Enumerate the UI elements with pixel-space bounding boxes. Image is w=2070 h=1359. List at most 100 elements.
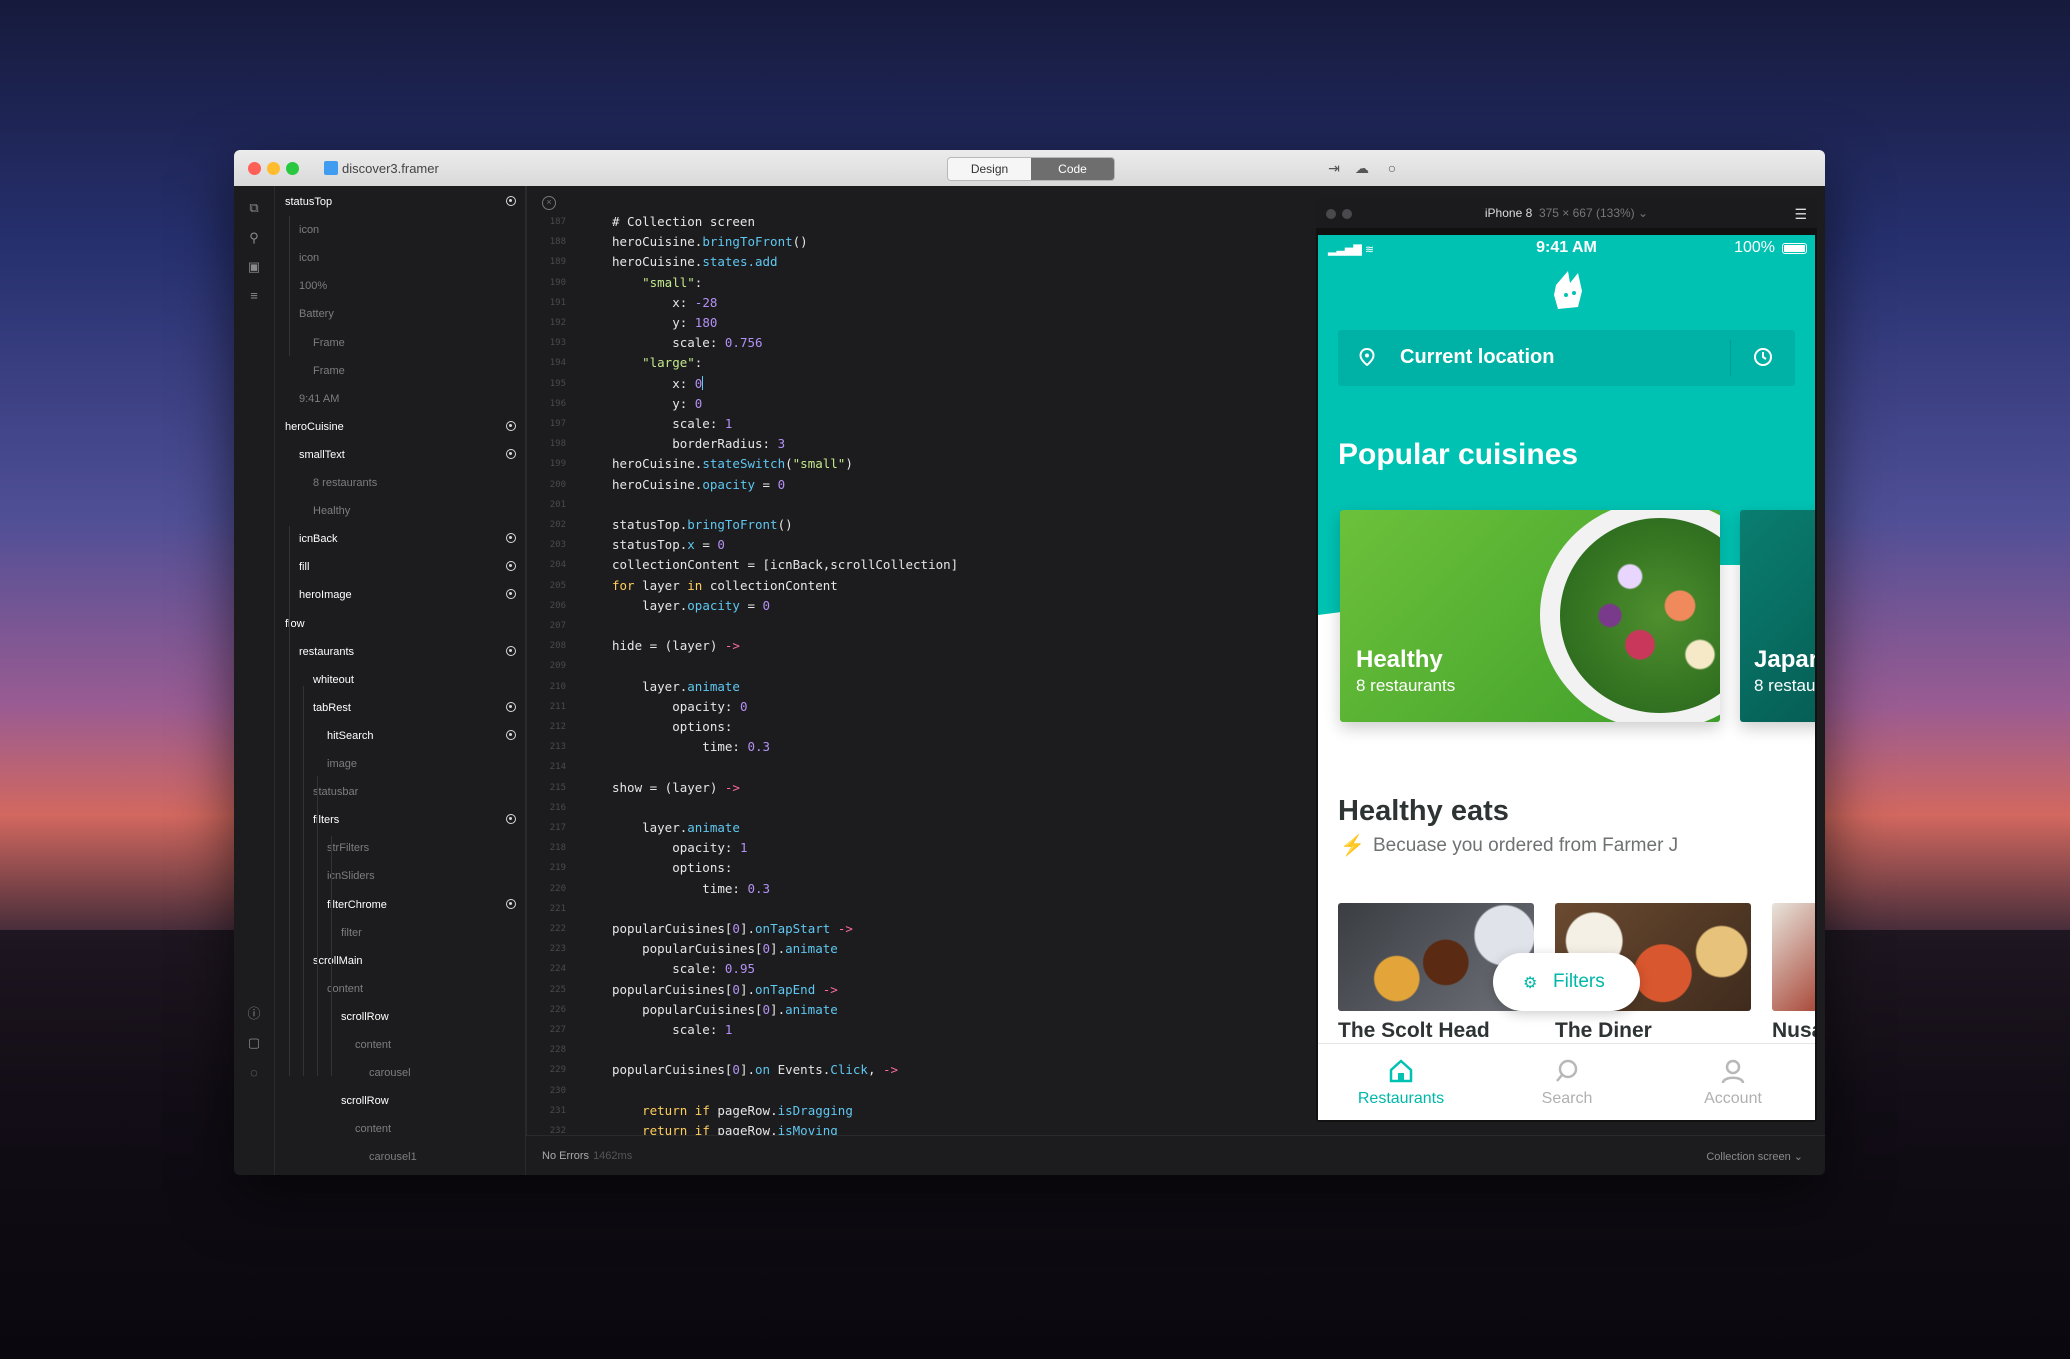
layer-row[interactable]: Frame	[275, 329, 525, 357]
layer-target-icon[interactable]	[506, 814, 516, 825]
panel-icon[interactable]: ▢	[246, 1035, 262, 1051]
comment-icon[interactable]: ○	[1383, 159, 1401, 177]
layer-row[interactable]: icnBack	[275, 525, 525, 553]
layer-row[interactable]: 8 restaurants	[275, 469, 525, 497]
cuisine-card-japanese[interactable]: Japar 8 restau	[1740, 510, 1815, 722]
code-text: collectionContent = [icnBack,scrollColle…	[612, 555, 958, 575]
layer-target-icon[interactable]	[506, 729, 516, 740]
code-token: heroCuisine.	[612, 456, 703, 472]
screen-select[interactable]: Collection screen ⌄	[1706, 1150, 1803, 1163]
layer-row[interactable]: tabRest	[275, 694, 525, 722]
layer-row[interactable]: image	[275, 750, 525, 778]
layer-row[interactable]: statusbar	[275, 778, 525, 806]
hamburger-icon[interactable]: ☰	[1794, 206, 1807, 223]
layer-row[interactable]: scrollRow	[275, 1003, 525, 1031]
layer-target-icon[interactable]	[506, 420, 516, 431]
layer-row[interactable]: carousel	[275, 1059, 525, 1087]
layer-row[interactable]: restaurants	[275, 638, 525, 666]
layer-name: scrollMain	[313, 954, 363, 967]
code-token: isDragging	[777, 1102, 853, 1118]
home-icon	[1389, 1059, 1413, 1083]
info-icon[interactable]: ⓘ	[246, 1006, 262, 1022]
device-select[interactable]: iPhone 8 375 × 667 (133%) ⌄	[1316, 206, 1817, 220]
tab-account[interactable]: Account	[1650, 1044, 1815, 1120]
layer-target-icon[interactable]	[506, 701, 516, 712]
zoom-window-button[interactable]	[286, 162, 299, 175]
layer-row[interactable]: flow	[275, 610, 525, 638]
layer-row[interactable]: 9:41 AM	[275, 385, 525, 413]
layer-name: icon	[299, 224, 320, 237]
layer-row[interactable]: carousel1	[275, 1143, 525, 1171]
code-token: Click	[830, 1062, 868, 1078]
layer-row[interactable]: statusTop	[275, 188, 525, 216]
layer-row[interactable]: heroImage	[275, 581, 525, 609]
code-text: layer.animate	[612, 677, 740, 697]
settings-icon[interactable]: ◌	[246, 1065, 262, 1081]
layers-icon[interactable]: ⧉	[246, 200, 262, 216]
layer-row[interactable]: fill	[275, 553, 525, 581]
code-text: show = (layer) ->	[612, 778, 740, 798]
location-pin-icon	[1359, 348, 1375, 366]
layer-row[interactable]: smallText	[275, 441, 525, 469]
restaurant-name[interactable]: The Scolt Head	[1338, 1019, 1490, 1043]
line-number: 229	[549, 1065, 566, 1076]
layer-name: statusTop	[285, 196, 333, 208]
clock-icon[interactable]	[1753, 347, 1773, 367]
line-number: 222	[549, 924, 566, 934]
titlebar: discover3.framer Design Code ⇥ ☁ ○	[234, 150, 1825, 187]
layer-row[interactable]: Battery	[275, 300, 525, 328]
layer-row[interactable]: icnSliders	[275, 862, 525, 890]
restaurant-image[interactable]	[1772, 903, 1815, 1011]
layer-row[interactable]: Frame	[275, 357, 525, 385]
code-text: y: 180	[612, 313, 717, 333]
layer-row[interactable]: filters	[275, 806, 525, 834]
layer-row[interactable]: content	[275, 1031, 525, 1059]
cuisine-card-healthy[interactable]: Healthy 8 restaurants	[1340, 510, 1720, 722]
mirror-icon[interactable]: ⇥	[1325, 159, 1343, 177]
location-bar[interactable]: Current location	[1338, 330, 1795, 386]
code-text: options:	[612, 858, 732, 878]
layer-row[interactable]: Healthy	[275, 497, 525, 525]
layer-name: Frame	[313, 364, 345, 377]
tab-code[interactable]: Code	[1031, 158, 1114, 180]
layer-row[interactable]: content	[275, 975, 525, 1003]
minimize-window-button[interactable]	[267, 162, 280, 175]
close-window-button[interactable]	[248, 162, 261, 175]
layer-row[interactable]: content	[275, 1115, 525, 1143]
code-token: in	[687, 577, 703, 593]
layer-row[interactable]: filter	[275, 919, 525, 947]
code-text: for layer in collectionContent	[612, 576, 838, 596]
code-token: ].	[739, 921, 756, 936]
layer-row[interactable]: icon	[275, 244, 525, 272]
layer-target-icon[interactable]	[506, 898, 516, 909]
layer-row[interactable]: scrollRow	[275, 1087, 525, 1115]
filters-button[interactable]: ⚙ Filters	[1493, 953, 1640, 1011]
layer-name: statusbar	[313, 786, 359, 799]
layer-row[interactable]: 100%	[275, 272, 525, 300]
layer-row[interactable]: heroCuisine	[275, 413, 525, 441]
restaurant-name[interactable]: The Diner	[1555, 1019, 1652, 1043]
layer-target-icon[interactable]	[506, 589, 516, 600]
layer-target-icon[interactable]	[506, 448, 516, 459]
account-icon	[1721, 1059, 1745, 1084]
line-number: 228	[549, 1045, 566, 1056]
components-icon[interactable]: ▣	[246, 259, 262, 275]
tab-search[interactable]: Search	[1484, 1044, 1650, 1120]
tab-design[interactable]: Design	[948, 158, 1031, 180]
properties-icon[interactable]: ⚲	[246, 230, 262, 246]
layer-target-icon[interactable]	[506, 645, 516, 656]
layer-target-icon[interactable]	[506, 196, 516, 206]
snippets-icon[interactable]: ≡	[246, 288, 262, 304]
layer-row[interactable]: whiteout	[275, 666, 525, 694]
battery-icon	[1782, 243, 1807, 254]
cloud-icon[interactable]: ☁	[1353, 159, 1371, 177]
layer-target-icon[interactable]	[506, 533, 516, 544]
layer-target-icon[interactable]	[506, 561, 516, 572]
layer-row[interactable]: filterChrome	[275, 891, 525, 919]
layer-row[interactable]: hitSearch	[275, 722, 525, 750]
layer-row[interactable]: strFilters	[275, 834, 525, 862]
tab-restaurants[interactable]: Restaurants	[1318, 1044, 1484, 1120]
restaurant-name[interactable]: Nusa	[1772, 1019, 1815, 1043]
layer-row[interactable]: scrollMain	[275, 947, 525, 975]
layer-row[interactable]: icon	[275, 216, 525, 244]
